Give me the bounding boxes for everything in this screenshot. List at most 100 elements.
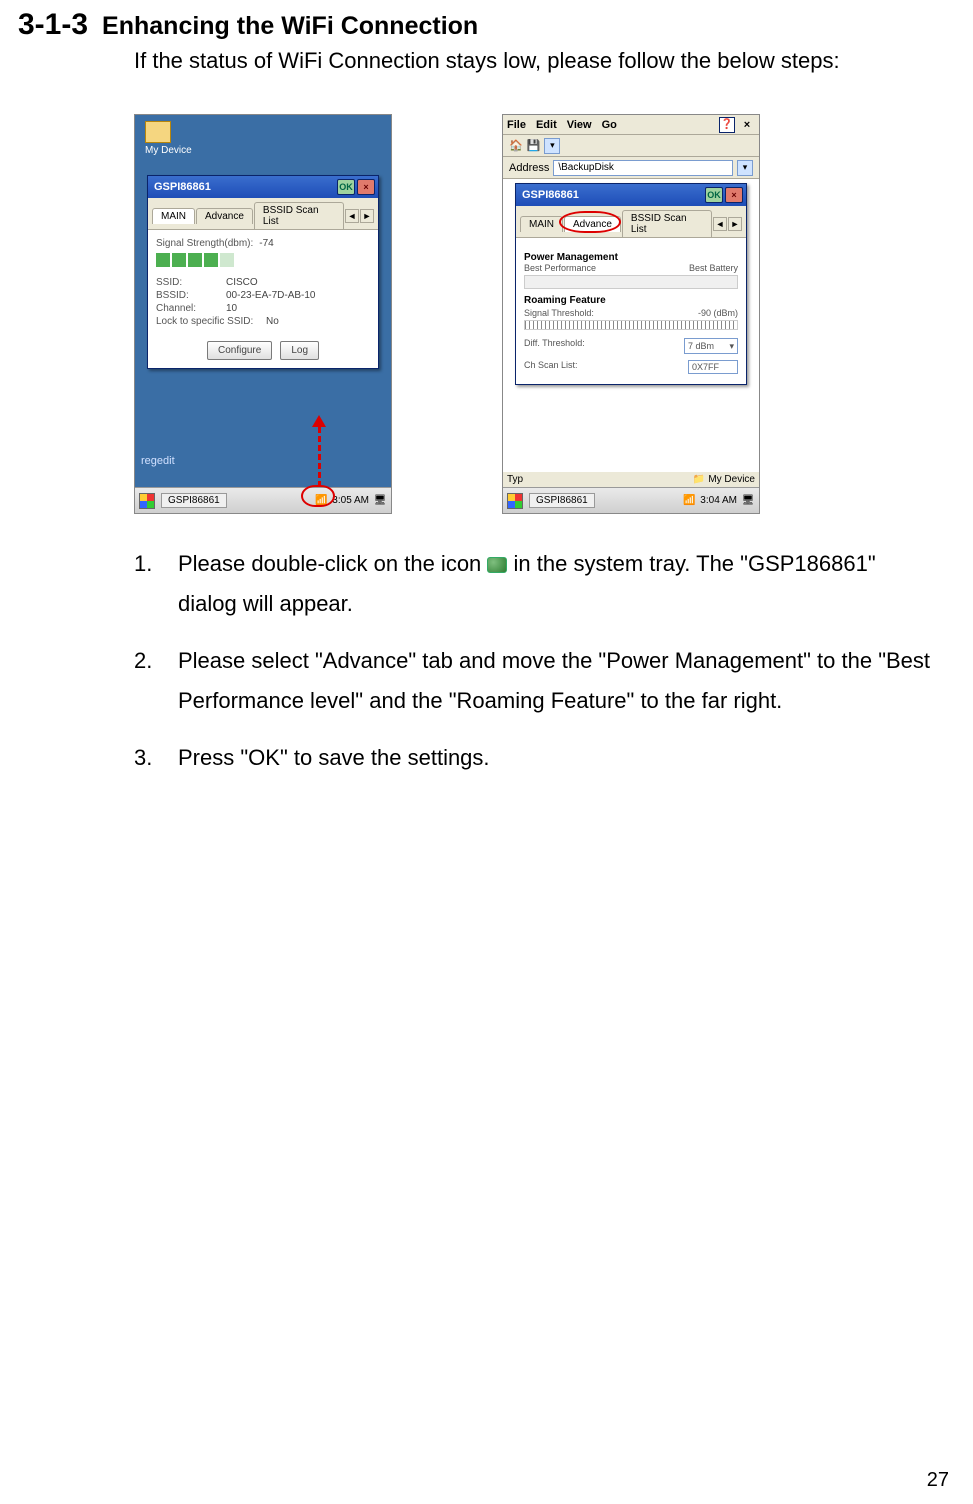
dialog-tabs: MAIN Advance BSSID Scan List ◄ ► [516,206,746,238]
start-icon[interactable] [139,493,155,509]
page-number: 27 [927,1469,949,1492]
desktop-icon-mydevice[interactable]: My Device [145,121,192,156]
signal-strength-label: Signal Strength(dbm): [156,238,253,249]
taskbar-app-button[interactable]: GSPI86861 [161,493,227,508]
address-go-button[interactable]: ▾ [737,160,753,176]
signal-bar-icon [204,253,218,267]
annotation-dash-icon [318,427,321,487]
step-3-text: Press "OK" to save the settings. [178,738,933,778]
address-bar-row: Address \BackupDisk ▾ [503,157,759,179]
step-1: 1. Please double-click on the icon in th… [134,544,933,623]
log-button[interactable]: Log [280,341,319,360]
dialog-title: GSPI86861 [522,189,579,201]
steps-list: 1. Please double-click on the icon in th… [0,514,973,778]
signal-bar-icon [156,253,170,267]
tab-bssid[interactable]: BSSID Scan List [254,202,344,229]
type-row: Typ 📁 My Device [503,472,759,487]
menu-view[interactable]: View [567,119,592,131]
roaming-feature-header: Roaming Feature [524,295,738,306]
configure-button[interactable]: Configure [207,341,272,360]
screenshot-main-tab: My Device regedit GSPI86861 OK × MAIN Ad… [134,114,392,514]
step-3: 3. Press "OK" to save the settings. [134,738,933,778]
address-input[interactable]: \BackupDisk [553,160,733,176]
ch-scan-list-label: Ch Scan List: [524,360,578,374]
tab-main[interactable]: MAIN [152,208,195,224]
folder-icon [145,121,171,143]
close-button[interactable]: × [725,187,743,203]
lock-ssid-value: No [266,316,279,327]
page-header: 3-1-3 Enhancing the WiFi Connection [0,0,973,42]
explorer-toolbar: 🏠 💾 ▾ [503,135,759,157]
address-label: Address [509,162,549,174]
ssid-value: CISCO [226,277,258,288]
step-2: 2. Please select "Advance" tab and move … [134,641,933,720]
step-1-number: 1. [134,544,178,623]
intro-text: If the status of WiFi Connection stays l… [0,42,973,74]
tab-bssid[interactable]: BSSID Scan List [622,210,712,237]
menu-edit[interactable]: Edit [536,119,557,131]
tray-network-icon[interactable]: 📶 [682,494,696,508]
screenshots-row: My Device regedit GSPI86861 OK × MAIN Ad… [0,74,973,514]
pm-best-performance-label: Best Performance [524,263,596,273]
lock-ssid-label: Lock to specific SSID: [156,316,266,327]
wifi-dialog-advance: GSPI86861 OK × MAIN Advance BSSID Scan L… [515,183,747,385]
toolbar-dropdown[interactable]: ▾ [544,138,560,154]
tray-network-icon[interactable]: 📶 [314,494,328,508]
dialog-titlebar: GSPI86861 OK × [148,176,378,198]
tab-scroll-left[interactable]: ◄ [713,217,727,231]
screenshot-advance-tab: File Edit View Go ❓ × 🏠 💾 ▾ Address \Bac… [502,114,760,514]
toolbar-save-icon[interactable]: 💾 [527,139,541,152]
close-button[interactable]: × [357,179,375,195]
folder-icon: 📁 [693,474,705,485]
wifi-dialog: GSPI86861 OK × MAIN Advance BSSID Scan L… [147,175,379,369]
taskbar: GSPI86861 📶 3:04 AM 🖥 [503,487,759,513]
taskbar: GSPI86861 📶 3:05 AM 🖥 [135,487,391,513]
toolbar-home-icon[interactable]: 🏠 [509,139,523,152]
tab-advance[interactable]: Advance [196,208,253,224]
diff-threshold-combo[interactable]: 7 dBm▾ [684,338,738,354]
step-3-number: 3. [134,738,178,778]
channel-value: 10 [226,303,237,314]
menu-file[interactable]: File [507,119,526,131]
desktop-icon-label: My Device [145,145,192,156]
tab-scroll-right[interactable]: ► [728,217,742,231]
chevron-down-icon: ▾ [729,341,734,352]
menu-go[interactable]: Go [602,119,617,131]
annotation-arrow-icon [312,415,326,427]
taskbar-app-button[interactable]: GSPI86861 [529,493,595,508]
tab-scroll-left[interactable]: ◄ [345,209,359,223]
signal-bar-icon [172,253,186,267]
type-value: My Device [708,474,755,485]
signal-threshold-value: -90 (dBm) [698,308,738,318]
desktop-label-regedit[interactable]: regedit [141,455,175,467]
tab-main[interactable]: MAIN [520,216,563,232]
start-icon[interactable] [507,493,523,509]
signal-bars [156,253,370,267]
tray-clock: 3:04 AM [700,495,737,506]
tab-scroll-right[interactable]: ► [360,209,374,223]
diff-threshold-label: Diff. Threshold: [524,338,585,354]
tray-desktop-icon[interactable]: 🖥 [741,494,755,508]
power-management-header: Power Management [524,252,738,263]
explorer-menubar: File Edit View Go ❓ × [503,115,759,135]
signal-strength-value: -74 [259,238,273,249]
ch-scan-list-input[interactable]: 0X7FF [688,360,738,374]
dialog-body: Signal Strength(dbm): -74 SSID:CISCO BSS… [148,230,378,368]
ssid-label: SSID: [156,277,226,288]
close-icon[interactable]: × [739,117,755,133]
tray-desktop-icon[interactable]: 🖥 [373,494,387,508]
ok-button[interactable]: OK [705,187,723,203]
tab-advance-label: Advance [573,219,612,230]
section-title: Enhancing the WiFi Connection [102,12,478,41]
ok-button[interactable]: OK [337,179,355,195]
step-2-text: Please select "Advance" tab and move the… [178,641,933,720]
pm-best-battery-label: Best Battery [689,263,738,273]
help-icon[interactable]: ❓ [719,117,735,133]
power-management-slider[interactable] [524,275,738,289]
roaming-slider[interactable] [524,320,738,330]
section-number: 3-1-3 [18,8,88,42]
dialog-title: GSPI86861 [154,181,211,193]
bssid-value: 00-23-EA-7D-AB-10 [226,290,315,301]
bssid-label: BSSID: [156,290,226,301]
tab-advance[interactable]: Advance [564,216,621,232]
